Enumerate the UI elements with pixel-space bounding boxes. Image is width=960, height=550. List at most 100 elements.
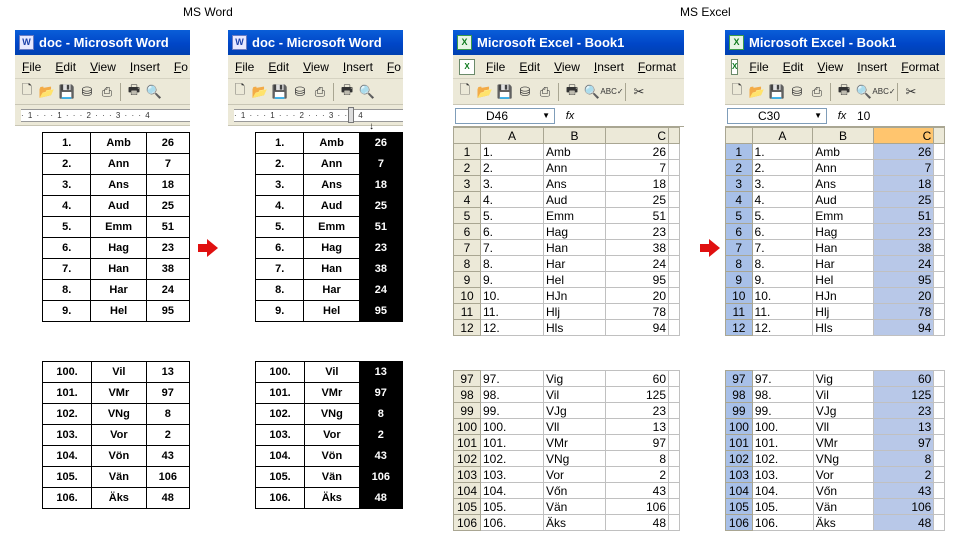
sheet-cell[interactable]: Har (812, 255, 874, 272)
row-header[interactable]: 3 (453, 175, 481, 192)
sheet-cell[interactable]: Hel (543, 271, 606, 288)
sheet-cell[interactable] (668, 223, 680, 240)
sheet-cell[interactable]: Ans (543, 175, 606, 192)
sheet-cell[interactable]: 106. (480, 514, 544, 531)
sheet-cell[interactable]: Vän (543, 498, 606, 515)
sheet-cell[interactable] (933, 482, 945, 499)
select-all-corner[interactable] (725, 127, 753, 144)
table-cell[interactable]: 24 (358, 279, 403, 301)
sheet-cell[interactable]: 23 (872, 223, 935, 240)
sheet-cell[interactable] (933, 370, 945, 387)
menu-item[interactable]: File (742, 60, 775, 74)
table-cell[interactable]: Amb (303, 132, 360, 154)
table-cell[interactable]: 18 (145, 174, 190, 196)
table-cell[interactable]: Amb (90, 132, 147, 154)
table-cell[interactable]: 18 (358, 174, 403, 196)
column-header[interactable]: B (812, 127, 874, 144)
row-header[interactable]: 5 (725, 207, 753, 224)
table-cell[interactable]: 7 (358, 153, 403, 175)
table-cell[interactable]: Äks (304, 487, 360, 509)
row-header[interactable]: 98 (453, 386, 481, 403)
print-preview-icon[interactable]: ⎙ (807, 82, 827, 102)
sheet-cell[interactable]: 99. (480, 402, 544, 419)
sheet-cell[interactable]: Ann (543, 159, 606, 176)
permission-icon[interactable]: ⛁ (290, 82, 310, 102)
row-header[interactable]: 5 (453, 207, 481, 224)
new-icon[interactable]: 🗋 (17, 82, 37, 102)
table-cell[interactable]: Vil (91, 361, 147, 383)
table-cell[interactable]: Ans (90, 174, 147, 196)
row-header[interactable]: 3 (725, 175, 753, 192)
row-header[interactable]: 7 (453, 239, 481, 256)
sheet-cell[interactable] (933, 223, 945, 240)
sheet-cell[interactable]: 95 (872, 271, 935, 288)
sheet-cell[interactable]: Har (543, 255, 606, 272)
table-cell[interactable]: 4. (41, 195, 92, 217)
table-cell[interactable]: 101. (254, 382, 306, 404)
open-icon[interactable]: 📂 (475, 82, 495, 102)
sheet-cell[interactable] (668, 386, 680, 403)
menu-item[interactable]: File (228, 60, 261, 74)
sheet-cell[interactable]: Aud (812, 191, 874, 208)
sheet-cell[interactable]: 97 (605, 434, 669, 451)
sheet-cell[interactable]: Vőn (812, 482, 874, 499)
chevron-down-icon[interactable]: ▼ (542, 109, 550, 123)
sheet-cell[interactable]: 4. (480, 191, 544, 208)
sheet-cell[interactable]: Hel (812, 271, 874, 288)
sheet-cell[interactable]: 98. (480, 386, 544, 403)
sheet-cell[interactable] (668, 370, 680, 387)
table-cell[interactable]: 7. (254, 258, 305, 280)
sheet-cell[interactable]: 12. (751, 319, 814, 336)
table-cell[interactable]: 104. (41, 445, 93, 467)
table-cell[interactable]: 43 (145, 445, 190, 467)
sheet-cell[interactable]: 9. (751, 271, 814, 288)
sheet-cell[interactable]: 23 (605, 402, 669, 419)
table-cell[interactable]: 3. (254, 174, 305, 196)
sheet-cell[interactable]: Amb (812, 143, 874, 160)
table-cell[interactable]: Emm (90, 216, 147, 238)
sheet-cell[interactable] (933, 319, 945, 336)
sheet-cell[interactable]: VJg (543, 402, 606, 419)
sheet-cell[interactable] (668, 159, 680, 176)
column-header[interactable]: C (872, 127, 935, 144)
sheet-cell[interactable]: 100. (480, 418, 544, 435)
table-cell[interactable]: 1. (254, 132, 305, 154)
permission-icon[interactable]: ⛁ (77, 82, 97, 102)
table-cell[interactable]: 38 (145, 258, 190, 280)
sheet-cell[interactable]: HJn (543, 287, 606, 304)
sheet-cell[interactable]: VMr (543, 434, 606, 451)
row-header[interactable]: 1 (725, 143, 753, 160)
select-all-corner[interactable] (453, 127, 481, 144)
row-header[interactable]: 8 (725, 255, 753, 272)
sheet-cell[interactable]: 18 (605, 175, 669, 192)
row-header[interactable]: 101 (453, 434, 481, 451)
fx-icon[interactable]: fx (827, 110, 857, 122)
new-icon[interactable]: 🗋 (230, 82, 250, 102)
sheet-cell[interactable]: 95 (605, 271, 669, 288)
print-preview-icon[interactable]: 🔍 (854, 82, 874, 102)
sheet-cell[interactable]: 105. (480, 498, 544, 515)
column-header[interactable] (668, 127, 680, 144)
sheet-cell[interactable]: 106 (605, 498, 669, 515)
sheet-cell[interactable]: 8. (751, 255, 814, 272)
sheet-cell[interactable]: 98. (751, 386, 814, 403)
table-cell[interactable]: Han (90, 258, 147, 280)
row-header[interactable]: 97 (725, 370, 753, 387)
table-cell[interactable]: 51 (145, 216, 190, 238)
sheet-cell[interactable]: Aud (543, 191, 606, 208)
sheet-cell[interactable]: Hag (812, 223, 874, 240)
sheet-cell[interactable]: 2. (751, 159, 814, 176)
menu-item[interactable]: File (479, 60, 512, 74)
table-cell[interactable]: 6. (41, 237, 92, 259)
sheet-cell[interactable] (933, 159, 945, 176)
sheet-cell[interactable]: 104. (751, 482, 814, 499)
table-cell[interactable]: 7 (145, 153, 190, 175)
formula-value[interactable]: 10 (857, 109, 870, 123)
chevron-down-icon[interactable]: ▼ (814, 109, 822, 123)
sheet-cell[interactable]: 60 (605, 370, 669, 387)
row-header[interactable]: 101 (725, 434, 753, 451)
sheet-cell[interactable]: 103. (751, 466, 814, 483)
sheet-cell[interactable]: 9. (480, 271, 544, 288)
sheet-cell[interactable]: Äks (812, 514, 874, 531)
table-cell[interactable]: 9. (254, 300, 305, 322)
